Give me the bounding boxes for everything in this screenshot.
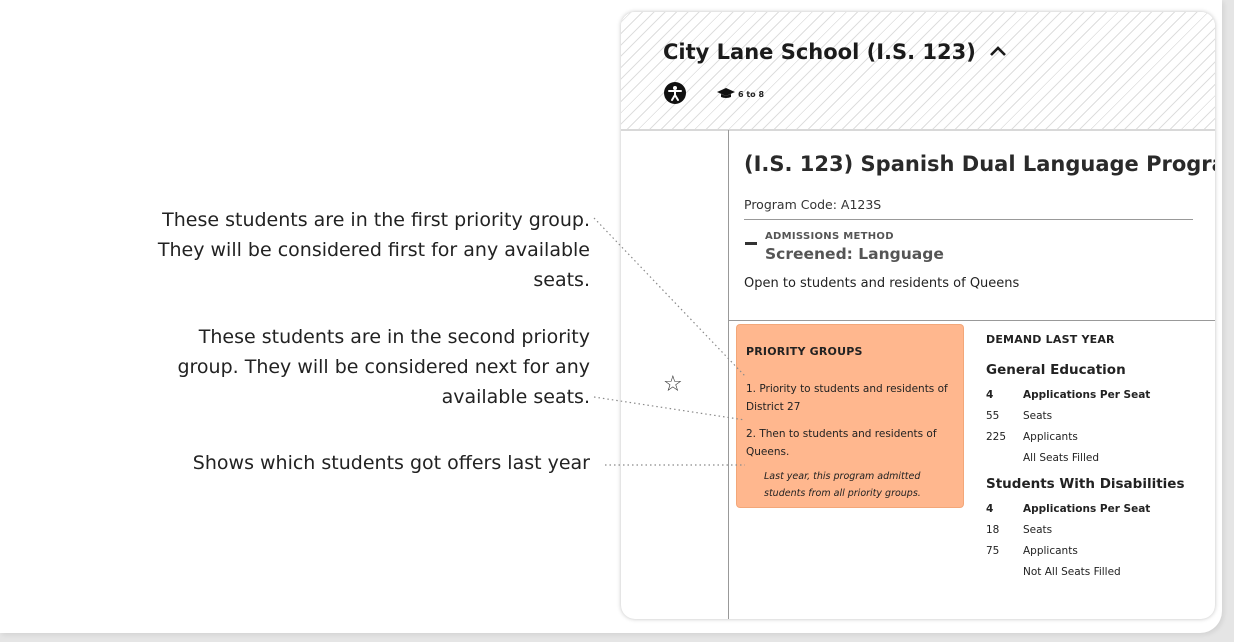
admissions-method: Screened: Language — [765, 245, 944, 263]
seats-label: Seats — [1023, 524, 1053, 536]
grade-range: 6 to 8 — [738, 90, 765, 99]
school-title[interactable]: City Lane School (I.S. 123) — [663, 40, 1007, 64]
eligibility-text: Open to students and residents of Queens — [744, 276, 1020, 291]
chevron-up-icon[interactable] — [989, 45, 1007, 57]
applications-per-seat-row: 4 Applications Per Seat — [986, 385, 1206, 406]
applications-per-seat-label: Applications Per Seat — [1023, 503, 1151, 515]
admissions-label: ADMISSIONS METHOD — [765, 231, 894, 242]
seats-status: All Seats Filled — [1023, 452, 1099, 464]
annotation-first-priority: These students are in the first priority… — [157, 209, 590, 291]
demand-title: DEMAND LAST YEAR — [986, 333, 1115, 346]
applicants-label: Applicants — [1023, 431, 1078, 443]
program-code: Program Code: A123S — [744, 197, 882, 212]
applicants-value: 75 — [986, 545, 1000, 557]
seats-value: 18 — [986, 524, 1000, 536]
program-title: (I.S. 123) Spanish Dual Language Program — [744, 152, 1215, 176]
divider — [744, 219, 1193, 220]
divider — [729, 320, 1215, 321]
applications-per-seat-value: 4 — [986, 389, 994, 401]
seats-row: 18 Seats — [986, 520, 1206, 541]
priority-item-1: 1. Priority to students and residents of… — [746, 383, 948, 413]
seats-status: Not All Seats Filled — [1023, 566, 1121, 578]
applicants-row: 75 Applicants — [986, 541, 1206, 562]
applicants-value: 225 — [986, 431, 1007, 443]
seats-label: Seats — [1023, 410, 1053, 422]
priority-note: Last year, this program admitted student… — [764, 471, 921, 499]
star-icon[interactable]: ☆ — [663, 372, 683, 397]
priority-item-2: 2. Then to students and residents of Que… — [746, 428, 937, 458]
applications-per-seat-value: 4 — [986, 503, 994, 515]
seats-row: 55 Seats — [986, 406, 1206, 427]
demand-group-title: General Education — [986, 362, 1126, 378]
annotation-offers: Shows which students got offers last yea… — [192, 452, 590, 474]
school-card: City Lane School (I.S. 123) 6 to 8 ☆ (I.… — [621, 12, 1215, 619]
applicants-row: 225 Applicants — [986, 427, 1206, 448]
column-divider — [728, 130, 729, 619]
school-header[interactable]: City Lane School (I.S. 123) 6 to 8 — [621, 12, 1215, 131]
graduation-cap-icon — [717, 88, 735, 98]
priority-groups-title: PRIORITY GROUPS — [746, 345, 863, 358]
seats-value: 55 — [986, 410, 1000, 422]
collapse-icon[interactable] — [745, 242, 757, 245]
accessibility-icon — [664, 82, 686, 104]
demand-section: DEMAND LAST YEAR General Education 4 App… — [986, 333, 1206, 583]
priority-groups-box: PRIORITY GROUPS 1. Priority to students … — [737, 325, 963, 507]
applications-per-seat-label: Applications Per Seat — [1023, 389, 1151, 401]
school-name: City Lane School (I.S. 123) — [663, 40, 976, 64]
annotation-second-priority: These students are in the second priorit… — [177, 326, 590, 408]
applications-per-seat-row: 4 Applications Per Seat — [986, 499, 1206, 520]
applicants-label: Applicants — [1023, 545, 1078, 557]
demand-group-title: Students With Disabilities — [986, 476, 1185, 492]
